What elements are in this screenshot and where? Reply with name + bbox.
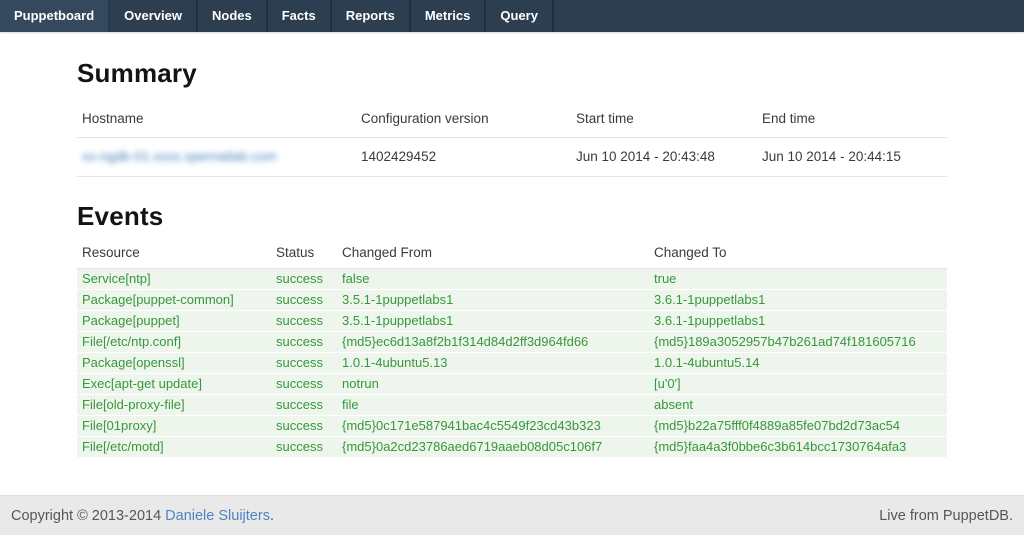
status-cell: success <box>271 332 337 353</box>
changed-to-cell: absent <box>649 395 947 416</box>
event-row: Package[puppet] success 3.5.1-1puppetlab… <box>77 311 947 332</box>
summary-row: xx-ngdb-01.xxxx.xpernatlab.com 140242945… <box>77 138 947 177</box>
footer: Copyright © 2013-2014 Daniele Sluijters.… <box>0 495 1024 535</box>
changed-from-cell: {md5}0c171e587941bac4c5549f23cd43b323 <box>337 416 649 437</box>
event-row: File[01proxy] success {md5}0c171e587941b… <box>77 416 947 437</box>
summary-title: Summary <box>77 58 947 89</box>
changed-from-cell: false <box>337 269 649 290</box>
report-page: Summary Hostname Configuration version S… <box>77 32 947 458</box>
copyright-author-link[interactable]: Daniele Sluijters <box>165 508 270 524</box>
event-row: File[old-proxy-file] success file absent <box>77 395 947 416</box>
blurred-hostname-link[interactable]: xx-ngdb-01.xxxx.xpernatlab.com <box>82 149 276 164</box>
event-row: Service[ntp] success false true <box>77 269 947 290</box>
changed-from-cell: 3.5.1-1puppetlabs1 <box>337 311 649 332</box>
status-cell: success <box>271 269 337 290</box>
changed-to-cell: {md5}faa4a3f0bbe6c3b614bcc1730764afa3 <box>649 437 947 458</box>
navbar-brand[interactable]: Puppetboard <box>0 0 110 32</box>
summary-table: Hostname Configuration version Start tim… <box>77 103 947 177</box>
nav-item-facts[interactable]: Facts <box>268 0 332 32</box>
start-time-column-header: Start time <box>571 103 757 138</box>
resource-cell: Package[puppet] <box>77 311 271 332</box>
hostname-column-header: Hostname <box>77 103 356 138</box>
nav-item-reports[interactable]: Reports <box>332 0 411 32</box>
events-table: Resource Status Changed From Changed To … <box>77 240 947 458</box>
start-time-cell: Jun 10 2014 - 20:43:48 <box>571 138 757 177</box>
status-cell: success <box>271 311 337 332</box>
config-version-column-header: Configuration version <box>356 103 571 138</box>
event-row: Package[openssl] success 1.0.1-4ubuntu5.… <box>77 353 947 374</box>
resource-cell: File[/etc/ntp.conf] <box>77 332 271 353</box>
navbar: Puppetboard Overview Nodes Facts Reports… <box>0 0 1024 32</box>
changed-to-cell: 3.6.1-1puppetlabs1 <box>649 290 947 311</box>
nav-item-metrics[interactable]: Metrics <box>411 0 487 32</box>
resource-cell: Exec[apt-get update] <box>77 374 271 395</box>
summary-header-row: Hostname Configuration version Start tim… <box>77 103 947 138</box>
changed-to-column-header: Changed To <box>649 240 947 269</box>
event-row: File[/etc/motd] success {md5}0a2cd23786a… <box>77 437 947 458</box>
changed-from-cell: 3.5.1-1puppetlabs1 <box>337 290 649 311</box>
copyright-suffix: . <box>270 508 274 524</box>
changed-from-cell: file <box>337 395 649 416</box>
resource-cell: File[01proxy] <box>77 416 271 437</box>
changed-to-cell: true <box>649 269 947 290</box>
changed-to-cell: {md5}189a3052957b47b261ad74f181605716 <box>649 332 947 353</box>
status-cell: success <box>271 374 337 395</box>
resource-cell: File[old-proxy-file] <box>77 395 271 416</box>
status-column-header: Status <box>271 240 337 269</box>
event-row: Package[puppet-common] success 3.5.1-1pu… <box>77 290 947 311</box>
resource-cell: Package[openssl] <box>77 353 271 374</box>
hostname-cell: xx-ngdb-01.xxxx.xpernatlab.com <box>77 138 356 177</box>
changed-from-cell: {md5}0a2cd23786aed6719aaeb08d05c106f7 <box>337 437 649 458</box>
changed-from-cell: 1.0.1-4ubuntu5.13 <box>337 353 649 374</box>
end-time-column-header: End time <box>757 103 947 138</box>
changed-to-cell: [u'0'] <box>649 374 947 395</box>
resource-cell: Package[puppet-common] <box>77 290 271 311</box>
changed-from-cell: notrun <box>337 374 649 395</box>
status-cell: success <box>271 290 337 311</box>
resource-cell: Service[ntp] <box>77 269 271 290</box>
events-header-row: Resource Status Changed From Changed To <box>77 240 947 269</box>
copyright-text: Copyright © 2013-2014 Daniele Sluijters. <box>11 508 274 524</box>
nav-item-overview[interactable]: Overview <box>110 0 198 32</box>
changed-to-cell: 3.6.1-1puppetlabs1 <box>649 311 947 332</box>
event-row: Exec[apt-get update] success notrun [u'0… <box>77 374 947 395</box>
status-cell: success <box>271 353 337 374</box>
events-title: Events <box>77 201 947 232</box>
copyright-prefix: Copyright © 2013-2014 <box>11 508 165 524</box>
nav-item-query[interactable]: Query <box>486 0 554 32</box>
end-time-cell: Jun 10 2014 - 20:44:15 <box>757 138 947 177</box>
live-from-puppetdb-text: Live from PuppetDB. <box>879 508 1013 524</box>
status-cell: success <box>271 416 337 437</box>
nav-item-nodes[interactable]: Nodes <box>198 0 268 32</box>
changed-to-cell: {md5}b22a75fff0f4889a85fe07bd2d73ac54 <box>649 416 947 437</box>
changed-to-cell: 1.0.1-4ubuntu5.14 <box>649 353 947 374</box>
resource-cell: File[/etc/motd] <box>77 437 271 458</box>
event-row: File[/etc/ntp.conf] success {md5}ec6d13a… <box>77 332 947 353</box>
config-version-cell: 1402429452 <box>356 138 571 177</box>
changed-from-cell: {md5}ec6d13a8f2b1f314d84d2ff3d964fd66 <box>337 332 649 353</box>
status-cell: success <box>271 395 337 416</box>
resource-column-header: Resource <box>77 240 271 269</box>
changed-from-column-header: Changed From <box>337 240 649 269</box>
status-cell: success <box>271 437 337 458</box>
